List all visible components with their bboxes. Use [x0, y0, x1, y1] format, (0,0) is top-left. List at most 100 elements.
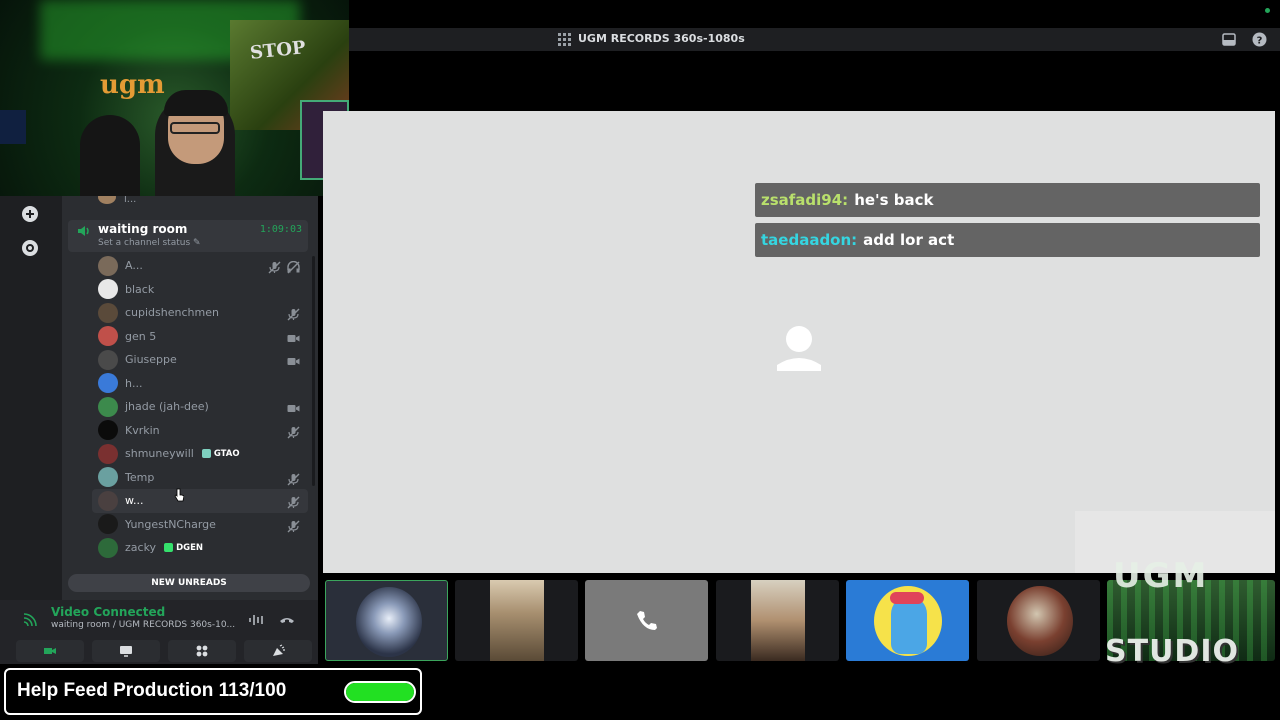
- mute-icon: [287, 424, 300, 438]
- server-tag[interactable]: DGEN: [164, 543, 203, 553]
- avatar: [1007, 586, 1073, 656]
- chat-username: zsafadi94:: [761, 191, 849, 209]
- member-row[interactable]: Giuseppe: [98, 348, 308, 372]
- camera-button[interactable]: [16, 640, 84, 662]
- chat-message: taedaadon: add lor act: [755, 223, 1260, 257]
- avatar: [98, 373, 118, 394]
- chat-text: add lor act: [863, 231, 955, 249]
- title-bar: UGM RECORDS 360s-1080s ?: [349, 28, 1280, 51]
- participant-tile[interactable]: [325, 580, 448, 661]
- voice-panel: Video Connected waiting room / UGM RECOR…: [0, 600, 318, 664]
- avatar: [98, 537, 118, 558]
- member-row[interactable]: jhade (jah-dee): [98, 395, 308, 419]
- prev-member-row[interactable]: l...: [98, 196, 308, 206]
- camera-icon: [287, 353, 300, 366]
- activities-button[interactable]: [168, 640, 236, 662]
- member-name: zacky: [125, 541, 157, 555]
- plus-icon: [22, 206, 38, 222]
- hand-cursor-icon: [174, 488, 184, 502]
- new-unreads-button[interactable]: NEW UNREADS: [68, 574, 310, 592]
- ugm-graffiti: ugm: [100, 70, 165, 100]
- member-row[interactable]: shmuneywill GTAO: [98, 442, 308, 466]
- avatar: [98, 349, 118, 370]
- tag-label: DGEN: [176, 542, 204, 553]
- member-row[interactable]: cupidshenchmen: [98, 301, 308, 325]
- channel-timer: 1:09:03: [259, 224, 302, 235]
- activities-icon: [196, 645, 208, 657]
- help-icon[interactable]: ?: [1252, 32, 1267, 47]
- discover-button[interactable]: [18, 236, 42, 260]
- mute-icon: [287, 306, 300, 321]
- scrollbar[interactable]: [312, 256, 315, 486]
- add-server-button[interactable]: [18, 202, 42, 226]
- signal-icon[interactable]: [22, 612, 38, 628]
- member-status-icons: [287, 306, 300, 321]
- member-name: h...: [125, 376, 143, 390]
- member-name: cupidshenchmen: [125, 306, 219, 320]
- avatar: [98, 490, 118, 511]
- video-stage[interactable]: [323, 111, 1275, 573]
- server-tag[interactable]: GTAO: [201, 449, 240, 459]
- avatar: [98, 279, 118, 300]
- window-title: UGM RECORDS 360s-1080s: [578, 32, 745, 45]
- channel-name: waiting room: [98, 222, 188, 236]
- member-name: black: [125, 282, 155, 296]
- member-list: A... black cupidshenchmen gen 5 Giuseppe h...…: [92, 254, 308, 560]
- camera-icon: [287, 400, 300, 413]
- avatar: [98, 396, 118, 417]
- disconnect-icon[interactable]: [278, 612, 296, 628]
- voice-status[interactable]: Video Connected: [51, 605, 165, 619]
- avatar: [98, 255, 118, 276]
- user-placeholder-icon: [777, 326, 821, 371]
- channel-status-link[interactable]: Set a channel status ✎: [98, 238, 201, 248]
- status-placeholder: Set a channel status: [98, 238, 191, 248]
- participant-tile[interactable]: [455, 580, 578, 661]
- glasses: [170, 122, 220, 134]
- second-person: [80, 115, 140, 196]
- goal-progress-bar: [344, 681, 416, 703]
- member-name: gen 5: [125, 329, 157, 343]
- member-name: Kvrkin: [125, 423, 160, 437]
- member-row[interactable]: h...: [98, 372, 308, 396]
- screen-share-button[interactable]: [92, 640, 160, 662]
- member-row[interactable]: Kvrkin: [98, 419, 308, 443]
- member-row[interactable]: w...: [92, 489, 308, 513]
- streamer-webcam: STOP ugm: [0, 0, 349, 196]
- voice-location[interactable]: waiting room / UGM RECORDS 360s-10...: [51, 620, 235, 630]
- streamer-hair: [164, 90, 228, 116]
- member-name: w...: [125, 494, 144, 508]
- member-status-icons: [268, 259, 300, 274]
- noise-suppression-icon[interactable]: [247, 612, 265, 628]
- member-row[interactable]: A...: [98, 254, 308, 278]
- participant-tile[interactable]: [846, 580, 969, 661]
- avatar: [98, 326, 118, 347]
- member-row[interactable]: zacky DGEN: [98, 536, 308, 560]
- camera-icon: [44, 648, 56, 654]
- inbox-icon[interactable]: [1222, 33, 1236, 46]
- chat-text: he's back: [854, 191, 934, 209]
- member-name: A...: [125, 259, 143, 273]
- compass-icon: [22, 240, 38, 256]
- member-status-icons: [287, 330, 300, 343]
- member-row[interactable]: Temp: [98, 466, 308, 490]
- member-status-icons: [287, 424, 300, 438]
- mute-icon: [287, 494, 300, 509]
- member-row[interactable]: YungestNCharge: [98, 513, 308, 537]
- avatar: [98, 420, 118, 441]
- participant-tile[interactable]: [977, 580, 1100, 661]
- member-name: jhade (jah-dee): [125, 400, 209, 414]
- studio-logo: UGM STUDIO: [1105, 556, 1275, 669]
- voice-channel-waiting-room[interactable]: waiting room 1:09:03 Set a channel statu…: [68, 220, 308, 252]
- member-status-icons: [287, 471, 300, 485]
- member-status-icons: [287, 518, 300, 532]
- member-row[interactable]: gen 5: [98, 325, 308, 349]
- participant-tile[interactable]: [585, 580, 708, 661]
- soundboard-button[interactable]: [244, 640, 312, 662]
- screen-share-icon: [120, 646, 132, 657]
- member-row[interactable]: black: [98, 278, 308, 302]
- top-bar: [349, 0, 1280, 28]
- server-rail: [0, 196, 62, 600]
- goal-banner: Help Feed Production 113/100: [4, 668, 422, 715]
- participant-tile[interactable]: [716, 580, 839, 661]
- pencil-icon: ✎: [193, 238, 201, 248]
